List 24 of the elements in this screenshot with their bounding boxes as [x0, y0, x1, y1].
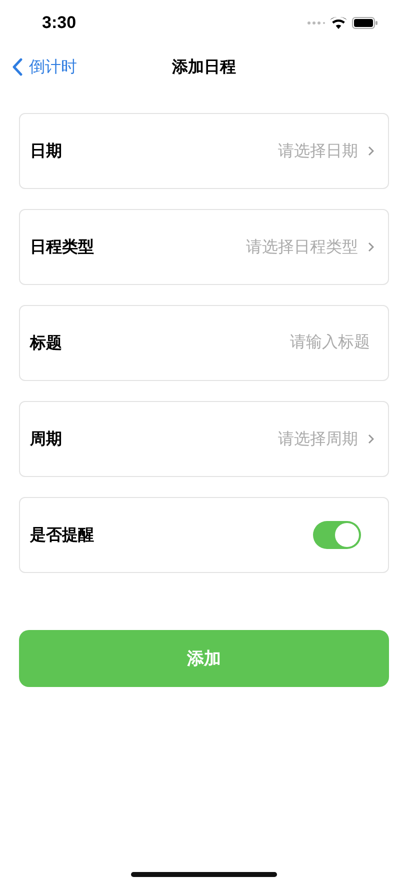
wifi-icon [330, 17, 347, 29]
form-row-card[interactable]: 标题 请输入标题 [19, 305, 389, 381]
signal-dots-icon [307, 21, 325, 25]
chevron-right-icon [368, 146, 374, 156]
page-title: 添加日程 [172, 58, 236, 78]
chevron-left-icon [12, 58, 23, 76]
form-row-card[interactable]: 周期 请选择周期 [19, 401, 389, 477]
row-label: 日程类型 [30, 238, 94, 258]
row-label: 日期 [30, 142, 62, 162]
select-placeholder: 请选择日期 [278, 142, 358, 162]
title-input-field[interactable]: 请输入标题 [250, 334, 370, 352]
row-label: 标题 [30, 334, 62, 354]
status-time: 3:30 [42, 13, 76, 33]
form-row-card[interactable]: 日程类型 请选择日程类型 [19, 209, 389, 285]
chevron-right-icon [368, 434, 374, 444]
select-placeholder: 请选择周期 [278, 430, 358, 450]
row-label: 周期 [30, 430, 62, 450]
reminder-toggle[interactable] [313, 521, 361, 549]
form-row-card[interactable]: 日期 请选择日期 [19, 113, 389, 189]
battery-icon [352, 17, 378, 29]
select-placeholder: 请选择日程类型 [246, 238, 358, 258]
row-label: 是否提醒 [30, 526, 94, 546]
chevron-right-icon [368, 242, 374, 252]
back-button[interactable]: 倒计时 [12, 56, 77, 78]
